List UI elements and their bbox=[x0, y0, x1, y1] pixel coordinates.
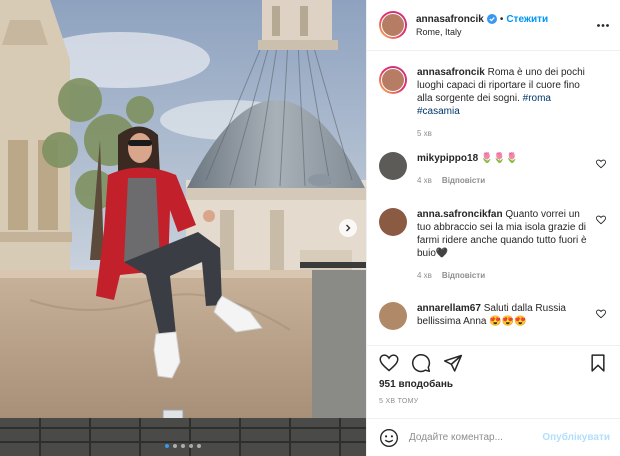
comment-time: 4 хв bbox=[417, 271, 432, 280]
bookmark-icon[interactable] bbox=[588, 353, 608, 373]
comments-list[interactable]: annasafroncik Roma è uno dei pochi luogh… bbox=[367, 52, 620, 344]
carousel-dots bbox=[0, 444, 366, 448]
separator-dot: • bbox=[499, 13, 504, 25]
publish-button[interactable]: Опублікувати bbox=[542, 432, 610, 443]
next-image-button[interactable] bbox=[339, 219, 357, 237]
caption-username[interactable]: annasafroncik bbox=[417, 67, 485, 78]
chevron-right-icon bbox=[346, 224, 351, 232]
more-options-button[interactable] bbox=[596, 18, 610, 32]
carousel-dot bbox=[189, 444, 193, 448]
author-avatar[interactable] bbox=[379, 11, 407, 39]
follow-button[interactable]: Стежити bbox=[506, 14, 548, 25]
caption-avatar[interactable] bbox=[379, 66, 407, 94]
caption-time: 5 хв bbox=[417, 129, 432, 138]
comment-row: anna.safroncikfan Quanto vorrei un tuo a… bbox=[379, 208, 610, 302]
commenter-avatar[interactable] bbox=[379, 208, 407, 236]
comment-username[interactable]: annarellam67 bbox=[417, 303, 481, 314]
carousel-dot bbox=[173, 444, 177, 448]
likes-count[interactable]: 951 вподобань bbox=[379, 379, 608, 390]
carousel-dot bbox=[181, 444, 185, 448]
post-sidebar: annasafroncik • Стежити Rome, Italy anna… bbox=[366, 0, 620, 456]
paper-plane-icon[interactable] bbox=[443, 353, 463, 373]
comment-row: annarellam67 Saluti dalla Russia belliss… bbox=[379, 302, 610, 342]
comment-row: mikypippo18 🌷🌷🌷 4 хв Відповісти bbox=[379, 152, 610, 208]
post-timestamp[interactable]: 5 ХВ ТОМУ bbox=[379, 398, 608, 405]
post-location[interactable]: Rome, Italy bbox=[416, 27, 596, 37]
post-photo[interactable] bbox=[0, 0, 366, 456]
caption-row: annasafroncik Roma è uno dei pochi luogh… bbox=[379, 66, 610, 152]
comment-like-heart-icon[interactable] bbox=[596, 215, 606, 225]
more-dots-icon bbox=[597, 23, 609, 27]
comment-time: 4 хв bbox=[417, 176, 432, 185]
post-actions: 951 вподобань 5 ХВ ТОМУ bbox=[367, 345, 620, 405]
verified-badge-icon bbox=[486, 14, 497, 24]
comment-username[interactable]: mikypippo18 bbox=[417, 153, 478, 164]
comment-text: 🌷🌷🌷 bbox=[480, 153, 519, 164]
rome-rooftop-photo bbox=[0, 0, 366, 456]
author-username[interactable]: annasafroncik bbox=[416, 14, 484, 25]
hashtag-link[interactable]: #casamia bbox=[417, 106, 460, 117]
commenter-avatar[interactable] bbox=[379, 152, 407, 180]
comment-username[interactable]: anna.safroncikfan bbox=[417, 209, 503, 220]
carousel-dot bbox=[165, 444, 169, 448]
smiley-icon[interactable] bbox=[379, 428, 399, 448]
comment-like-heart-icon[interactable] bbox=[596, 159, 606, 169]
post-header: annasafroncik • Стежити Rome, Italy bbox=[367, 0, 620, 51]
heart-icon[interactable] bbox=[379, 353, 399, 373]
comment-bubble-icon[interactable] bbox=[411, 353, 431, 373]
instagram-post: annasafroncik • Стежити Rome, Italy anna… bbox=[0, 0, 620, 456]
reply-button[interactable]: Відповісти bbox=[442, 176, 485, 185]
hashtag-link[interactable]: #roma bbox=[523, 93, 551, 104]
commenter-avatar[interactable] bbox=[379, 302, 407, 330]
comment-input[interactable] bbox=[409, 432, 543, 443]
carousel-dot bbox=[197, 444, 201, 448]
add-comment-bar: Опублікувати bbox=[367, 418, 620, 456]
comment-like-heart-icon[interactable] bbox=[596, 309, 606, 319]
reply-button[interactable]: Відповісти bbox=[442, 271, 485, 280]
